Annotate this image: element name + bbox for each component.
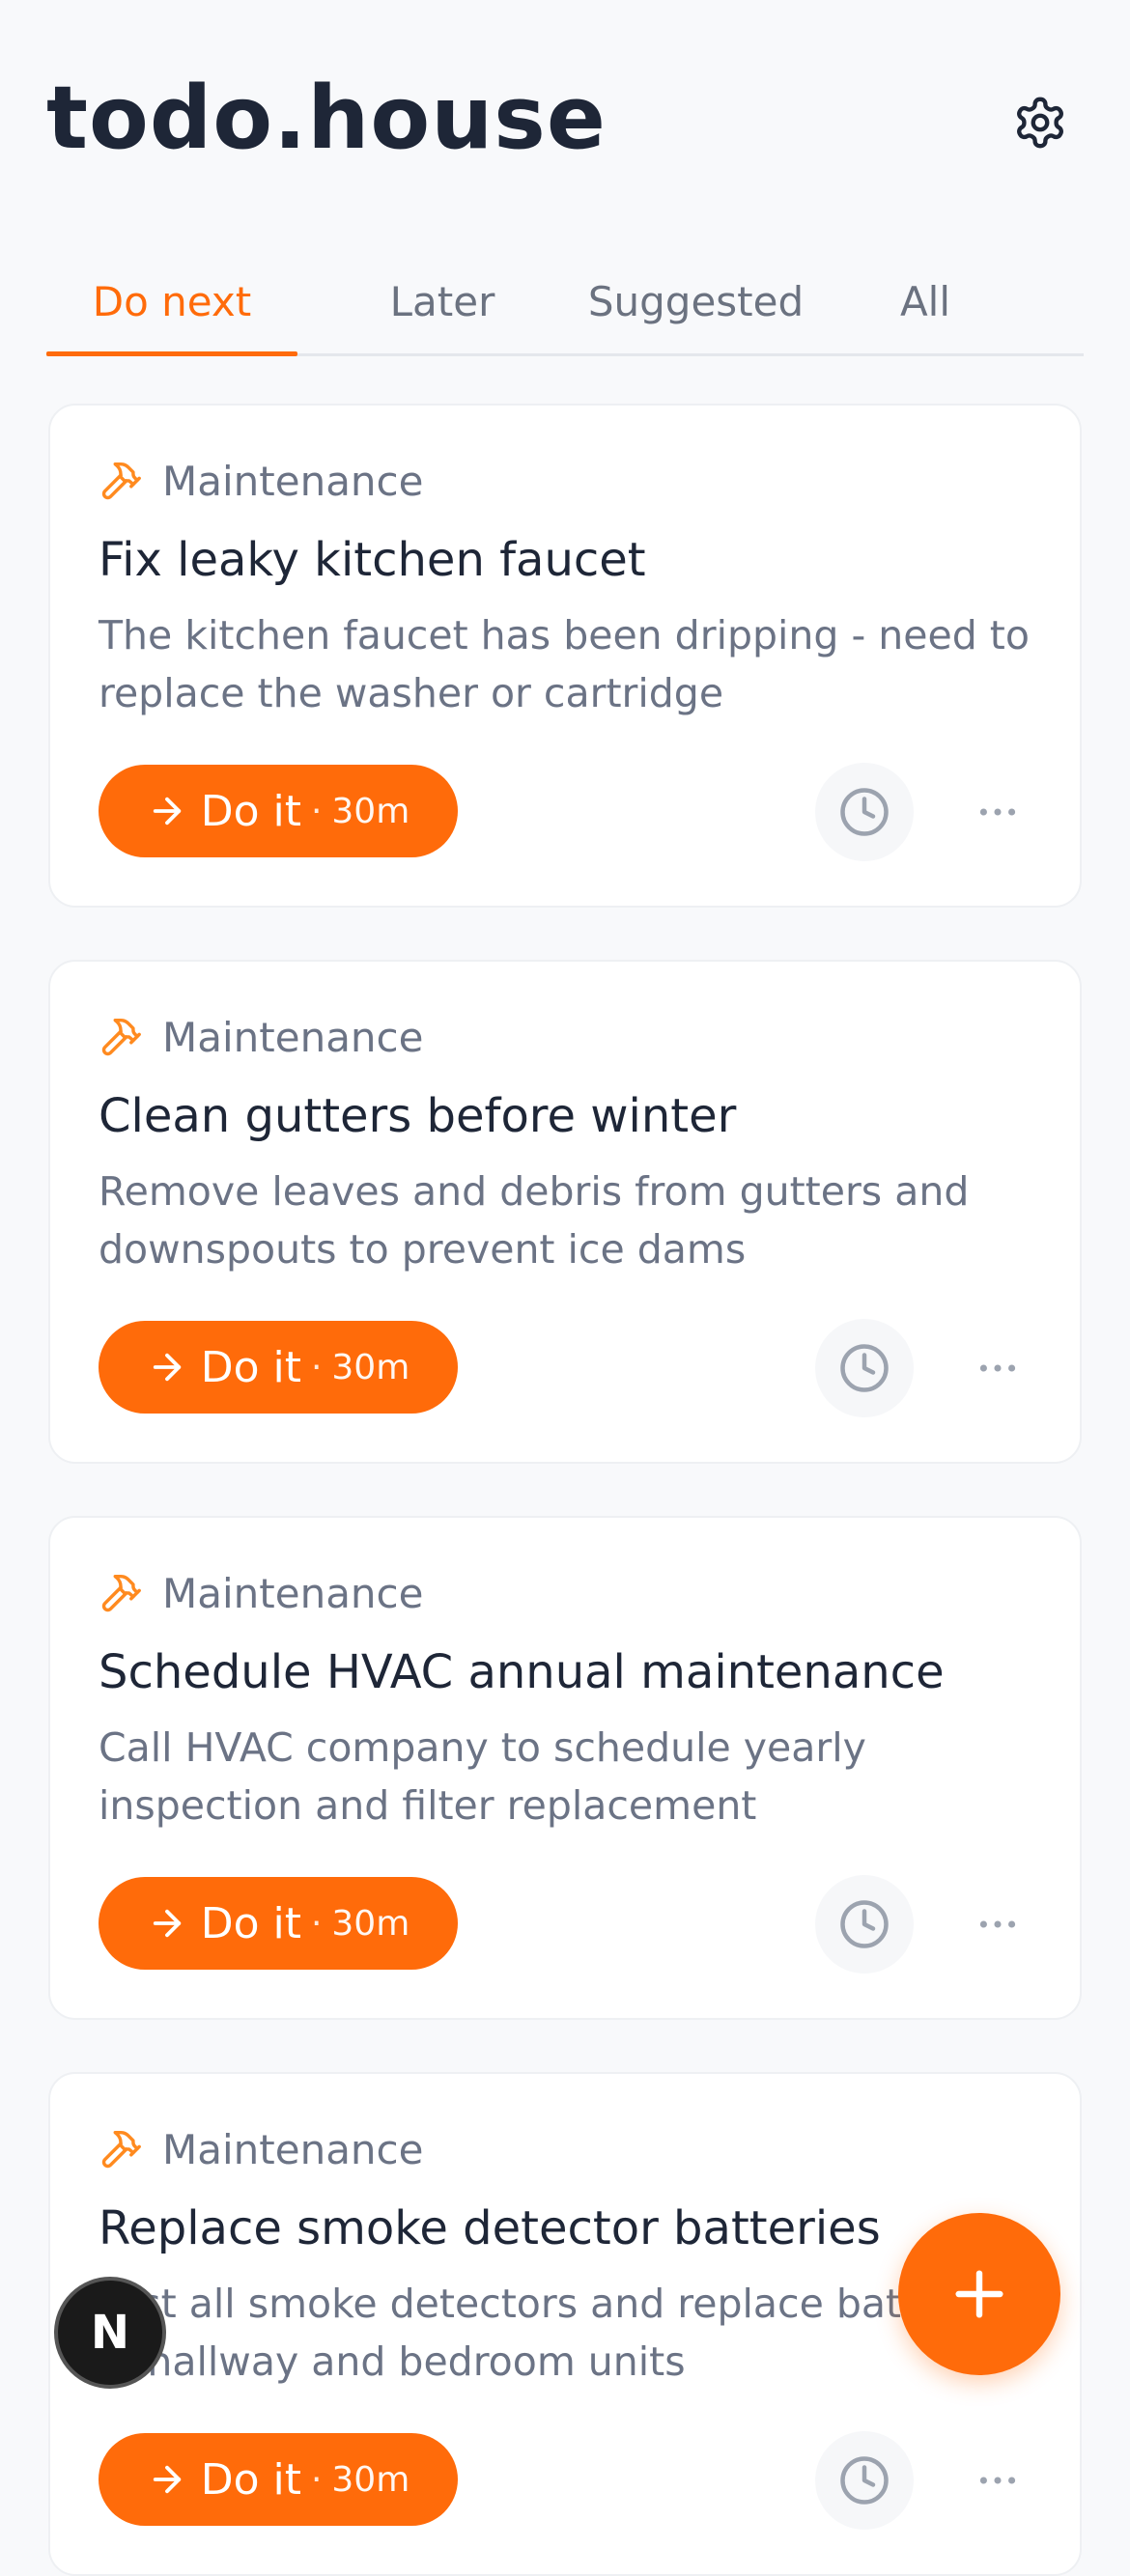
task-category: Maintenance [99,2120,423,2178]
arrow-right-icon [147,2459,187,2500]
arrow-right-icon [147,791,187,831]
duration-label: 30m [331,1347,410,1387]
tab-do-next[interactable]: Do next [46,249,297,353]
clock-icon [838,786,890,838]
separator: · [310,791,323,831]
more-horizontal-icon [974,1900,1022,1948]
separator: · [310,1347,323,1387]
clock-icon [838,1342,890,1394]
more-horizontal-icon [974,788,1022,836]
tab-label: Do next [92,277,252,325]
task-card[interactable]: Maintenance Schedule HVAC annual mainten… [48,1516,1082,2020]
tab-label: Later [389,277,495,325]
tab-later[interactable]: Later [326,249,558,353]
arrow-right-icon [147,1347,187,1387]
more-horizontal-icon [974,1344,1022,1392]
tab-suggested[interactable]: Suggested [529,249,862,353]
do-it-label: Do it [200,786,301,836]
task-description: The kitchen faucet has been dripping - n… [99,612,1030,716]
snooze-button[interactable] [815,2431,914,2530]
more-options-button[interactable] [948,1875,1047,1974]
hammer-icon [99,2125,147,2173]
hammer-icon [99,1013,147,1061]
hammer-icon [99,1569,147,1617]
tab-label: All [899,277,951,325]
category-label: Maintenance [162,1569,424,1617]
do-it-label: Do it [200,1898,301,1948]
app-title: todo.house [46,68,607,169]
task-title: Schedule HVAC annual maintenance [99,1645,945,1699]
more-options-button[interactable] [948,1319,1047,1417]
task-category: Maintenance [99,452,423,510]
do-it-button[interactable]: Do it · 30m [99,765,458,857]
plus-icon [948,2263,1010,2325]
duration-label: 30m [331,1903,410,1944]
separator: · [310,2459,323,2500]
task-category: Maintenance [99,1564,423,1622]
snooze-button[interactable] [815,1319,914,1417]
duration-label: 30m [331,791,410,831]
do-it-label: Do it [200,1342,301,1392]
more-options-button[interactable] [948,763,1047,861]
more-options-button[interactable] [948,2431,1047,2530]
more-horizontal-icon [974,2456,1022,2505]
tab-label: Suggested [587,277,805,325]
task-title: Clean gutters before winter [99,1089,737,1143]
duration-label: 30m [331,2459,410,2500]
task-title: Fix leaky kitchen faucet [99,533,646,587]
settings-button[interactable] [1006,89,1074,156]
clock-icon [838,1898,890,1950]
clock-icon [838,2454,890,2506]
dev-tools-badge[interactable]: N [54,2277,166,2389]
app-header: todo.house [46,58,1084,183]
do-it-button[interactable]: Do it · 30m [99,1877,458,1970]
category-label: Maintenance [162,2125,424,2173]
task-description: Call HVAC company to schedule yearly ins… [99,1724,866,1829]
category-label: Maintenance [162,457,424,505]
dev-badge-label: N [90,2306,130,2360]
snooze-button[interactable] [815,763,914,861]
do-it-button[interactable]: Do it · 30m [99,2433,458,2526]
add-task-button[interactable] [898,2213,1060,2375]
hammer-icon [99,457,147,505]
arrow-right-icon [147,1903,187,1944]
tab-all[interactable]: All [838,249,1012,353]
task-category: Maintenance [99,1008,423,1066]
task-card[interactable]: Maintenance Fix leaky kitchen faucet The… [48,404,1082,908]
do-it-label: Do it [200,2454,301,2505]
snooze-button[interactable] [815,1875,914,1974]
gear-icon [1012,95,1068,151]
task-title: Replace smoke detector batteries [99,2201,881,2255]
category-label: Maintenance [162,1013,424,1061]
do-it-button[interactable]: Do it · 30m [99,1321,458,1414]
separator: · [310,1903,323,1944]
task-description: Remove leaves and debris from gutters an… [99,1168,970,1273]
task-card[interactable]: Maintenance Clean gutters before winter … [48,960,1082,1464]
tab-bar: Do next Later Suggested All [46,249,1084,356]
active-tab-indicator [46,351,297,356]
